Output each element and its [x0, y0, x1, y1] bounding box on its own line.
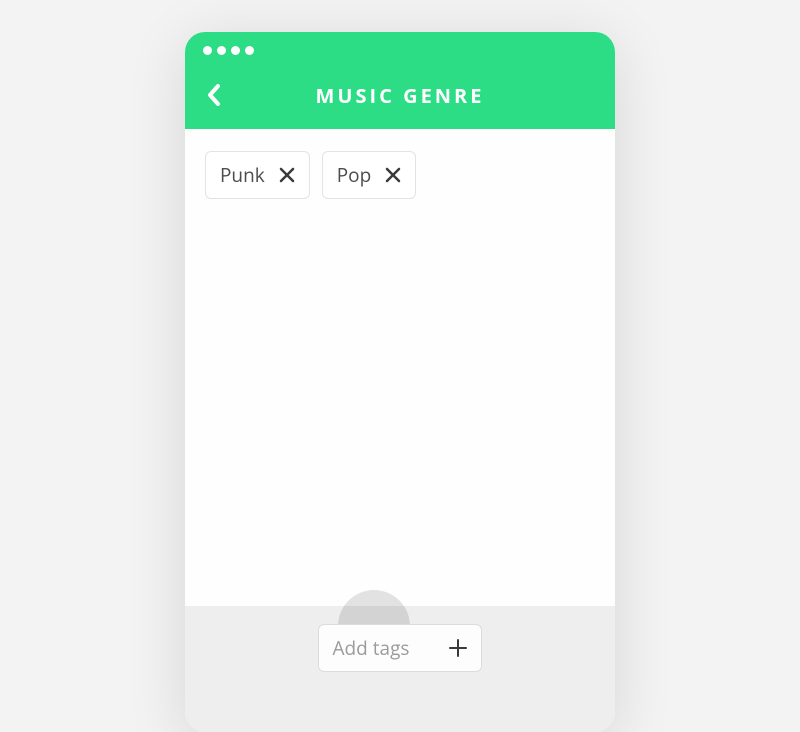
tags-area: Punk Pop — [185, 129, 615, 606]
tag-chip[interactable]: Pop — [322, 151, 416, 199]
status-dot — [217, 46, 226, 55]
remove-tag-button[interactable] — [279, 167, 295, 183]
tag-label: Punk — [220, 162, 265, 188]
add-icon-wrap — [449, 639, 467, 657]
add-tags-label: Add tags — [333, 635, 410, 661]
back-button[interactable] — [207, 83, 231, 107]
chevron-left-icon — [207, 84, 221, 106]
status-dots — [185, 46, 615, 55]
add-tags-button[interactable]: Add tags — [318, 624, 483, 672]
plus-icon — [449, 639, 467, 657]
tag-chip[interactable]: Punk — [205, 151, 310, 199]
page-title: MUSIC GENRE — [185, 82, 615, 109]
tag-label: Pop — [337, 162, 371, 188]
app-window: MUSIC GENRE Punk Pop Add — [185, 32, 615, 732]
remove-tag-button[interactable] — [385, 167, 401, 183]
footer: Add tags — [185, 606, 615, 732]
close-icon — [385, 167, 401, 183]
header: MUSIC GENRE — [185, 32, 615, 129]
status-dot — [203, 46, 212, 55]
close-icon — [279, 167, 295, 183]
status-dot — [245, 46, 254, 55]
status-dot — [231, 46, 240, 55]
header-row: MUSIC GENRE — [185, 83, 615, 107]
